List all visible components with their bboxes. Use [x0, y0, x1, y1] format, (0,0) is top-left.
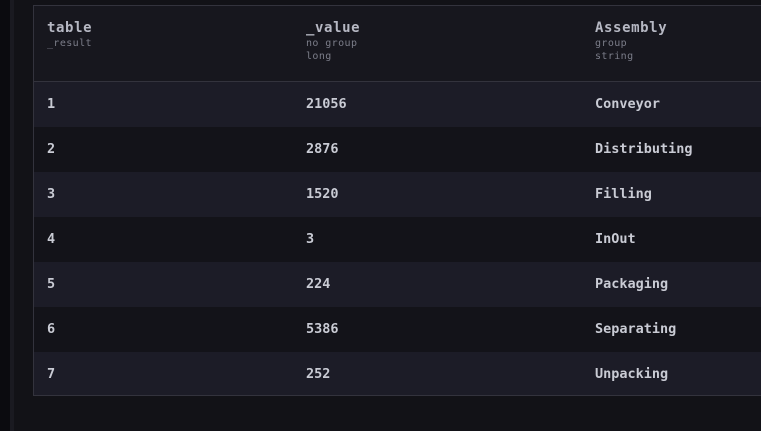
- cell-table: 4: [47, 231, 56, 247]
- column-name: Assembly: [595, 20, 668, 36]
- cell-table: 2: [47, 141, 56, 157]
- cell-table: 3: [47, 186, 56, 202]
- column-header-value[interactable]: _value no group long: [306, 20, 360, 63]
- cell-table: 6: [47, 321, 56, 337]
- side-panel-strip: [0, 0, 10, 431]
- table-row: 5 224 Packaging: [34, 262, 761, 307]
- cell-assembly: Filling: [595, 186, 652, 202]
- column-meta: group: [595, 38, 628, 49]
- cell-value: 224: [306, 276, 331, 292]
- table-row: 7 252 Unpacking: [34, 352, 761, 395]
- cell-value: 252: [306, 366, 331, 382]
- cell-assembly: Separating: [595, 321, 677, 337]
- cell-value: 2876: [306, 141, 339, 157]
- cell-value: 5386: [306, 321, 339, 337]
- cell-table: 1: [47, 96, 56, 112]
- table-row: 4 3 InOut: [34, 217, 761, 262]
- column-meta: _result: [47, 38, 92, 49]
- cell-value: 1520: [306, 186, 339, 202]
- column-meta: no group: [306, 38, 358, 49]
- table-row: 3 1520 Filling: [34, 172, 761, 217]
- cell-assembly: Unpacking: [595, 366, 669, 382]
- column-name: _value: [306, 20, 361, 36]
- column-meta: string: [595, 51, 634, 62]
- cell-table: 7: [47, 366, 56, 382]
- column-name: table: [47, 20, 93, 36]
- cell-assembly: Packaging: [595, 276, 669, 292]
- cell-table: 5: [47, 276, 56, 292]
- side-panel-edge: [10, 0, 14, 431]
- table-row: 2 2876 Distributing: [34, 127, 761, 172]
- cell-assembly: Conveyor: [595, 96, 661, 112]
- table-header: table _result _value no group long Assem…: [34, 6, 761, 82]
- cell-value: 21056: [306, 96, 347, 112]
- results-table: table _result _value no group long Assem…: [33, 5, 761, 396]
- column-header-assembly[interactable]: Assembly group string: [595, 20, 667, 63]
- column-meta: long: [306, 51, 332, 62]
- cell-value: 3: [306, 231, 315, 247]
- cell-assembly: InOut: [595, 231, 636, 247]
- cell-assembly: Distributing: [595, 141, 693, 157]
- column-header-table[interactable]: table _result: [47, 20, 92, 50]
- table-row: 1 21056 Conveyor: [34, 82, 761, 127]
- table-row: 6 5386 Separating: [34, 307, 761, 352]
